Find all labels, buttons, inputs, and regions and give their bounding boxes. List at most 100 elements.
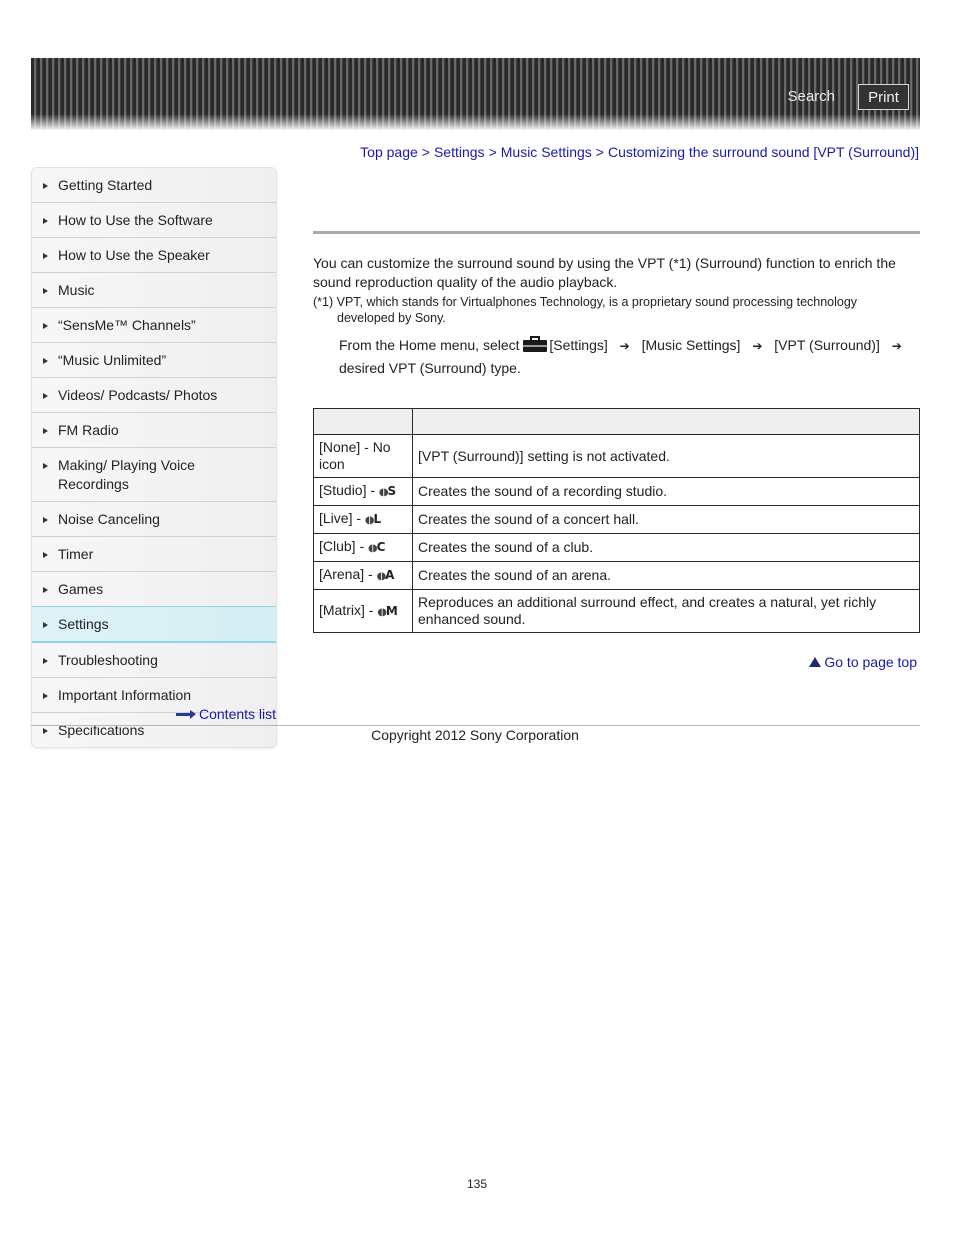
footnote: (*1) VPT, which stands for Virtualphones…	[313, 294, 913, 326]
sidebar-item-label: Noise Canceling	[58, 511, 160, 527]
description-cell: Creates the sound of a recording studio.	[412, 477, 920, 506]
footnote-line: developed by Sony.	[337, 311, 446, 325]
sidebar-item-music[interactable]: Music	[32, 273, 276, 308]
sidebar-item-voice-recordings[interactable]: Making/ Playing Voice Recordings	[32, 448, 276, 502]
vpt-studio-icon: ◖◗S	[378, 484, 396, 498]
triangle-right-icon	[43, 183, 48, 189]
intro-paragraph: You can customize the surround sound by …	[313, 255, 896, 290]
vpt-settings-table: [None] - No icon [VPT (Surround)] settin…	[313, 408, 920, 633]
table-row: [Arena] - ◖◗A Creates the sound of an ar…	[313, 561, 920, 590]
triangle-right-icon	[43, 463, 48, 469]
sidebar-item-music-unlimited[interactable]: “Music Unlimited”	[32, 343, 276, 378]
search-link[interactable]: Search	[787, 88, 835, 105]
arrow-right-icon	[176, 710, 196, 719]
table-header-cell	[412, 408, 920, 435]
triangle-right-icon	[43, 358, 48, 364]
sidebar-item-label: Important Information	[58, 687, 192, 703]
breadcrumb-top-page[interactable]: Top page	[360, 144, 418, 160]
vpt-matrix-icon: ◖◗M	[377, 603, 397, 618]
arrow-right-icon: ➔	[752, 339, 763, 353]
sidebar-item-videos-podcasts-photos[interactable]: Videos/ Podcasts/ Photos	[32, 378, 276, 413]
sidebar-item-troubleshooting[interactable]: Troubleshooting	[32, 643, 276, 678]
sidebar-item-getting-started[interactable]: Getting Started	[32, 168, 276, 203]
triangle-right-icon	[43, 552, 48, 558]
vpt-live-icon: ◖◗L	[364, 512, 381, 526]
contents-list-label: Contents list	[199, 706, 277, 722]
triangle-right-icon	[43, 218, 48, 224]
sidebar-item-label: FM Radio	[58, 422, 119, 438]
sidebar-item-label: How to Use the Software	[58, 212, 213, 228]
description-cell: Creates the sound of an arena.	[412, 561, 920, 590]
triangle-right-icon	[43, 323, 48, 329]
step-settings: [Settings]	[549, 337, 608, 353]
triangle-up-icon	[809, 657, 822, 667]
sidebar-item-games[interactable]: Games	[32, 572, 276, 607]
setting-label: [Live] -	[319, 510, 365, 526]
description-cell: Creates the sound of a concert hall.	[412, 505, 920, 534]
vpt-club-icon: ◖◗C	[368, 540, 385, 554]
setting-cell: [Live] - ◖◗L	[313, 505, 413, 534]
setting-cell: [Studio] - ◖◗S	[313, 477, 413, 506]
triangle-right-icon	[43, 428, 48, 434]
triangle-right-icon	[43, 693, 48, 699]
step-prefix: From the Home menu, select	[339, 337, 520, 353]
breadcrumb-music-settings[interactable]: Music Settings	[501, 144, 592, 160]
sidebar-item-label: Troubleshooting	[58, 652, 158, 668]
table-header-cell	[313, 408, 413, 435]
setting-cell: [None] - No icon	[313, 434, 413, 478]
setting-cell: [Club] - ◖◗C	[313, 533, 413, 562]
table-row: [Matrix] - ◖◗M Reproduces an additional …	[313, 589, 920, 633]
triangle-right-icon	[43, 517, 48, 523]
sidebar-item-label: Making/ Playing Voice Recordings	[58, 457, 195, 492]
title-divider	[313, 231, 920, 234]
procedure-steps: From the Home menu, select [Settings] ➔ …	[339, 334, 919, 379]
setting-label: [Matrix] -	[319, 601, 378, 618]
setting-cell: [Arena] - ◖◗A	[313, 561, 413, 590]
toolbox-icon	[523, 336, 548, 352]
sidebar-item-label: Games	[58, 581, 104, 597]
sidebar-item-how-to-use-software[interactable]: How to Use the Software	[32, 203, 276, 238]
triangle-right-icon	[43, 658, 48, 664]
table-row: [Club] - ◖◗C Creates the sound of a club…	[313, 533, 920, 562]
sidebar-item-label: Getting Started	[58, 177, 153, 193]
copyright-text: Copyright 2012 Sony Corporation	[371, 727, 579, 743]
sidebar-item-how-to-use-speaker[interactable]: How to Use the Speaker	[32, 238, 276, 273]
breadcrumb-settings[interactable]: Settings	[434, 144, 485, 160]
breadcrumb-separator: >	[421, 144, 430, 160]
copyright: Copyright 2012 Sony Corporation	[0, 727, 954, 743]
sidebar-item-settings[interactable]: Settings	[32, 606, 276, 643]
sidebar-nav: Getting Started How to Use the Software …	[31, 167, 277, 748]
setting-cell: [Matrix] - ◖◗M	[313, 589, 413, 633]
sidebar-item-label: How to Use the Speaker	[58, 247, 210, 263]
triangle-right-icon	[43, 622, 48, 628]
sidebar-item-label: Settings	[58, 616, 109, 632]
print-button[interactable]: Print	[858, 84, 909, 110]
description-cell: [VPT (Surround)] setting is not activate…	[412, 434, 920, 478]
sidebar-item-label: “Music Unlimited”	[58, 352, 167, 368]
triangle-right-icon	[43, 253, 48, 259]
breadcrumb: Top page > Settings > Music Settings > Customi…	[360, 144, 919, 160]
breadcrumb-separator: >	[488, 144, 497, 160]
description-cell: Creates the sound of a club.	[412, 533, 920, 562]
page-number: 135	[466, 1177, 488, 1191]
table-header-row	[313, 408, 920, 435]
sidebar-item-label: Videos/ Podcasts/ Photos	[58, 387, 218, 403]
sidebar-item-fm-radio[interactable]: FM Radio	[32, 413, 276, 448]
sidebar-item-timer[interactable]: Timer	[32, 537, 276, 572]
triangle-right-icon	[43, 288, 48, 294]
setting-label: [Studio] -	[319, 482, 379, 498]
footnote-line: (*1) VPT, which stands for Virtualphones…	[313, 295, 858, 309]
sidebar-item-noise-canceling[interactable]: Noise Canceling	[32, 502, 276, 537]
table-row: [Live] - ◖◗L Creates the sound of a conc…	[313, 505, 920, 534]
step-music-settings: [Music Settings]	[641, 337, 741, 353]
go-to-page-top-label: Go to page top	[824, 654, 917, 670]
sidebar-item-sensme-channels[interactable]: “SensMe™ Channels”	[32, 308, 276, 343]
breadcrumb-current-page[interactable]: Customizing the surround sound [VPT (Sur…	[608, 144, 919, 160]
step-vpt-surround: [VPT (Surround)]	[774, 337, 880, 353]
setting-label: [Arena] -	[319, 566, 377, 582]
sidebar-item-label: Music	[58, 282, 95, 298]
go-to-page-top-link[interactable]: Go to page top	[809, 654, 917, 670]
footer-divider	[31, 725, 920, 726]
contents-list-link[interactable]: Contents list	[176, 706, 276, 722]
table-row: [None] - No icon [VPT (Surround)] settin…	[313, 434, 920, 478]
